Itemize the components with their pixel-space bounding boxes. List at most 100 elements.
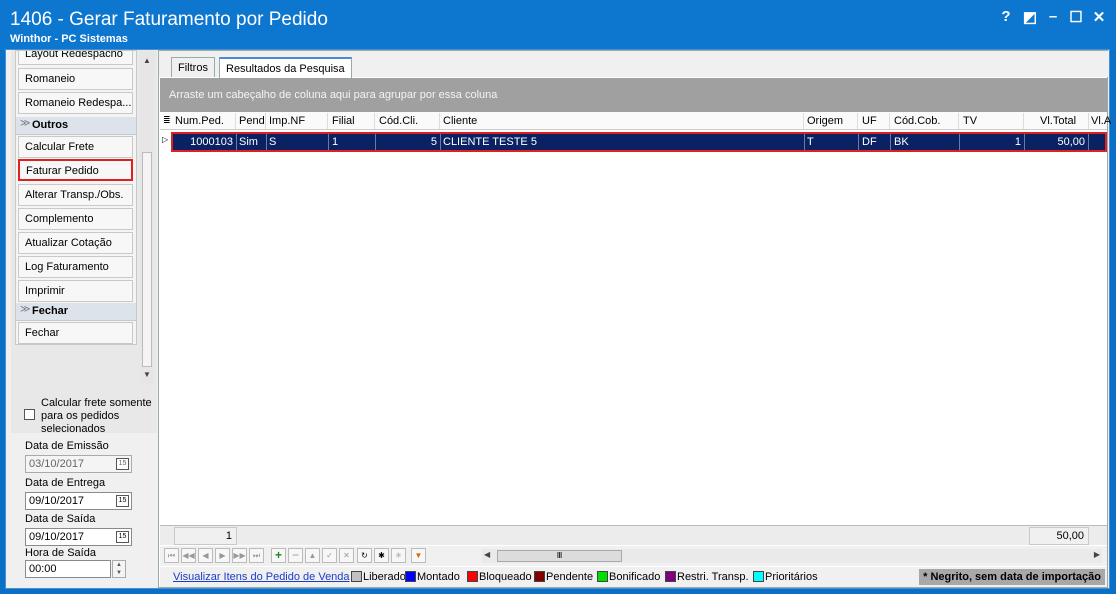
cell-cod-cli: 5 bbox=[430, 136, 437, 148]
col-cod-cob[interactable]: Cód.Cob. bbox=[894, 115, 940, 127]
legend-swatch bbox=[351, 571, 362, 582]
hscroll-thumb[interactable]: Ⅲ bbox=[497, 550, 622, 562]
col-pend[interactable]: Pend bbox=[239, 115, 265, 127]
nav-item-calcular-frete[interactable]: Calcular Frete bbox=[18, 136, 133, 158]
calc-frete-checkbox[interactable] bbox=[24, 409, 35, 420]
restore-icon[interactable]: ◩ bbox=[1020, 8, 1040, 26]
nav-item-faturar-pedido[interactable]: Faturar Pedido bbox=[18, 159, 133, 181]
main-panel: Filtros Resultados da Pesquisa Arraste u… bbox=[158, 50, 1111, 588]
hora-saida-field[interactable]: 00:00 bbox=[25, 560, 111, 578]
legend-swatch bbox=[597, 571, 608, 582]
tab-bar: Filtros Resultados da Pesquisa bbox=[159, 51, 1109, 78]
col-origem[interactable]: Origem bbox=[807, 115, 843, 127]
prev-page-icon[interactable]: ◀◀ bbox=[181, 548, 196, 563]
nav-item-atualizar-cotacao[interactable]: Atualizar Cotação bbox=[18, 232, 133, 254]
view-items-link[interactable]: Visualizar Itens do Pedido de Venda bbox=[173, 571, 350, 583]
close-icon[interactable]: ✕ bbox=[1089, 8, 1109, 26]
nav-item-log-faturamento[interactable]: Log Faturamento bbox=[18, 256, 133, 278]
nav-item-imprimir[interactable]: Imprimir bbox=[18, 280, 133, 302]
col-num-ped[interactable]: Num.Ped. bbox=[175, 115, 224, 127]
refresh-icon[interactable]: ↻ bbox=[357, 548, 372, 563]
nav-item-alterar-transp[interactable]: Alterar Transp./Obs. bbox=[18, 184, 133, 206]
sidebar-scrollbar[interactable]: ▲ ▼ bbox=[140, 52, 154, 384]
prev-record-icon[interactable]: ◀ bbox=[198, 548, 213, 563]
cell-separator bbox=[858, 134, 859, 150]
next-record-icon[interactable]: ▶ bbox=[215, 548, 230, 563]
first-page-icon[interactable]: ⏮ bbox=[164, 548, 179, 563]
nav-item-complemento[interactable]: Complemento bbox=[18, 208, 133, 230]
legend-item-liberado: Liberado bbox=[351, 571, 406, 583]
scrollbar-thumb[interactable] bbox=[142, 152, 152, 367]
last-page-icon[interactable]: ⏭ bbox=[249, 548, 264, 563]
col-imp-nf[interactable]: Imp.NF bbox=[269, 115, 305, 127]
add-record-icon[interactable]: + bbox=[271, 548, 286, 563]
bookmark-icon[interactable]: ✱ bbox=[374, 548, 389, 563]
filter-icon[interactable]: ▼ bbox=[411, 548, 426, 563]
col-separator bbox=[265, 113, 266, 129]
legend-item-restri-transp: Restri. Transp. bbox=[665, 571, 749, 583]
maximize-icon[interactable]: ☐ bbox=[1066, 8, 1086, 26]
scroll-down-icon[interactable]: ▼ bbox=[140, 370, 154, 379]
legend-label: Bloqueado bbox=[479, 571, 532, 583]
help-icon[interactable]: ? bbox=[996, 8, 1016, 25]
time-spinner-icon[interactable]: ▲ ▼ bbox=[112, 560, 126, 578]
cancel-edit-icon[interactable]: ✕ bbox=[339, 548, 354, 563]
column-chooser-icon[interactable]: ≣ bbox=[163, 115, 171, 126]
data-entrega-value: 09/10/2017 bbox=[29, 495, 85, 507]
table-row[interactable]: 1000103 Sim S 1 5 CLIENTE TESTE 5 T DF B… bbox=[171, 132, 1107, 152]
col-separator bbox=[374, 113, 375, 129]
data-saida-value: 09/10/2017 bbox=[29, 531, 85, 543]
col-vl-a[interactable]: Vl.A bbox=[1091, 115, 1111, 127]
cell-tv: 1 bbox=[1014, 136, 1021, 148]
col-separator bbox=[1088, 113, 1089, 129]
calendar-icon[interactable]: 15 bbox=[116, 531, 129, 543]
group-by-area[interactable]: Arraste um cabeçalho de coluna aqui para… bbox=[160, 78, 1107, 112]
tab-filtros[interactable]: Filtros bbox=[171, 57, 215, 77]
scroll-up-icon[interactable]: ▲ bbox=[140, 56, 154, 65]
delete-record-icon[interactable]: − bbox=[288, 548, 303, 563]
scroll-right-icon[interactable]: ▶ bbox=[1094, 550, 1100, 559]
grid-hscrollbar[interactable]: ◀ Ⅲ ▶ bbox=[482, 549, 1102, 563]
data-emissao-field[interactable]: 03/10/2017 15 bbox=[25, 455, 132, 473]
minimize-icon[interactable]: – bbox=[1043, 8, 1063, 25]
scroll-left-icon[interactable]: ◀ bbox=[484, 550, 490, 559]
data-emissao-label: Data de Emissão bbox=[25, 440, 109, 452]
legend-label: Restri. Transp. bbox=[677, 571, 749, 583]
legend-item-bonificado: Bonificado bbox=[597, 571, 660, 583]
row-indicator-icon: ▷ bbox=[162, 135, 169, 144]
goto-bookmark-icon[interactable]: ✳ bbox=[391, 548, 406, 563]
cell-vl-total: 50,00 bbox=[1057, 136, 1085, 148]
legend-label: Pendente bbox=[546, 571, 594, 583]
nav-item-layout-redespacho[interactable]: Layout Redespacho bbox=[18, 51, 133, 65]
col-vl-total[interactable]: Vl.Total bbox=[1040, 115, 1076, 127]
tab-resultados[interactable]: Resultados da Pesquisa bbox=[219, 57, 352, 78]
col-tv[interactable]: TV bbox=[963, 115, 977, 127]
grid-navigator: ⏮ ◀◀ ◀ ▶ ▶▶ ⏭ + − ▲ ✓ ✕ ↻ ✱ ✳ ▼ ◀ Ⅲ ▶ bbox=[160, 546, 1107, 566]
col-separator bbox=[439, 113, 440, 129]
calendar-icon[interactable]: 15 bbox=[116, 495, 129, 507]
group-header-outros[interactable]: ≫ Outros bbox=[16, 117, 136, 135]
col-filial[interactable]: Filial bbox=[332, 115, 355, 127]
cell-cliente: CLIENTE TESTE 5 bbox=[443, 136, 537, 148]
nav-item-fechar[interactable]: Fechar bbox=[18, 322, 133, 344]
post-edit-icon[interactable]: ✓ bbox=[322, 548, 337, 563]
calendar-icon[interactable]: 15 bbox=[116, 458, 129, 470]
col-separator bbox=[889, 113, 890, 129]
legend-label: Prioritários bbox=[765, 571, 818, 583]
next-page-icon[interactable]: ▶▶ bbox=[232, 548, 247, 563]
col-cliente[interactable]: Cliente bbox=[443, 115, 477, 127]
legend-bar: Visualizar Itens do Pedido de Venda Libe… bbox=[160, 567, 1107, 587]
data-saida-field[interactable]: 09/10/2017 15 bbox=[25, 528, 132, 546]
col-cod-cli[interactable]: Cód.Cli. bbox=[379, 115, 418, 127]
action-navbar: Layout Redespacho Romaneio Romaneio Rede… bbox=[15, 50, 137, 345]
data-entrega-field[interactable]: 09/10/2017 15 bbox=[25, 492, 132, 510]
col-uf[interactable]: UF bbox=[862, 115, 877, 127]
nav-item-romaneio[interactable]: Romaneio bbox=[18, 68, 133, 90]
legend-item-bloqueado: Bloqueado bbox=[467, 571, 532, 583]
chevron-up-icon: ≫ bbox=[20, 304, 31, 315]
col-separator bbox=[235, 113, 236, 129]
chevron-up-icon: ≫ bbox=[20, 118, 31, 129]
group-header-fechar[interactable]: ≫ Fechar bbox=[16, 303, 136, 321]
edit-record-icon[interactable]: ▲ bbox=[305, 548, 320, 563]
nav-item-romaneio-redespacho[interactable]: Romaneio Redespa... bbox=[18, 92, 133, 114]
